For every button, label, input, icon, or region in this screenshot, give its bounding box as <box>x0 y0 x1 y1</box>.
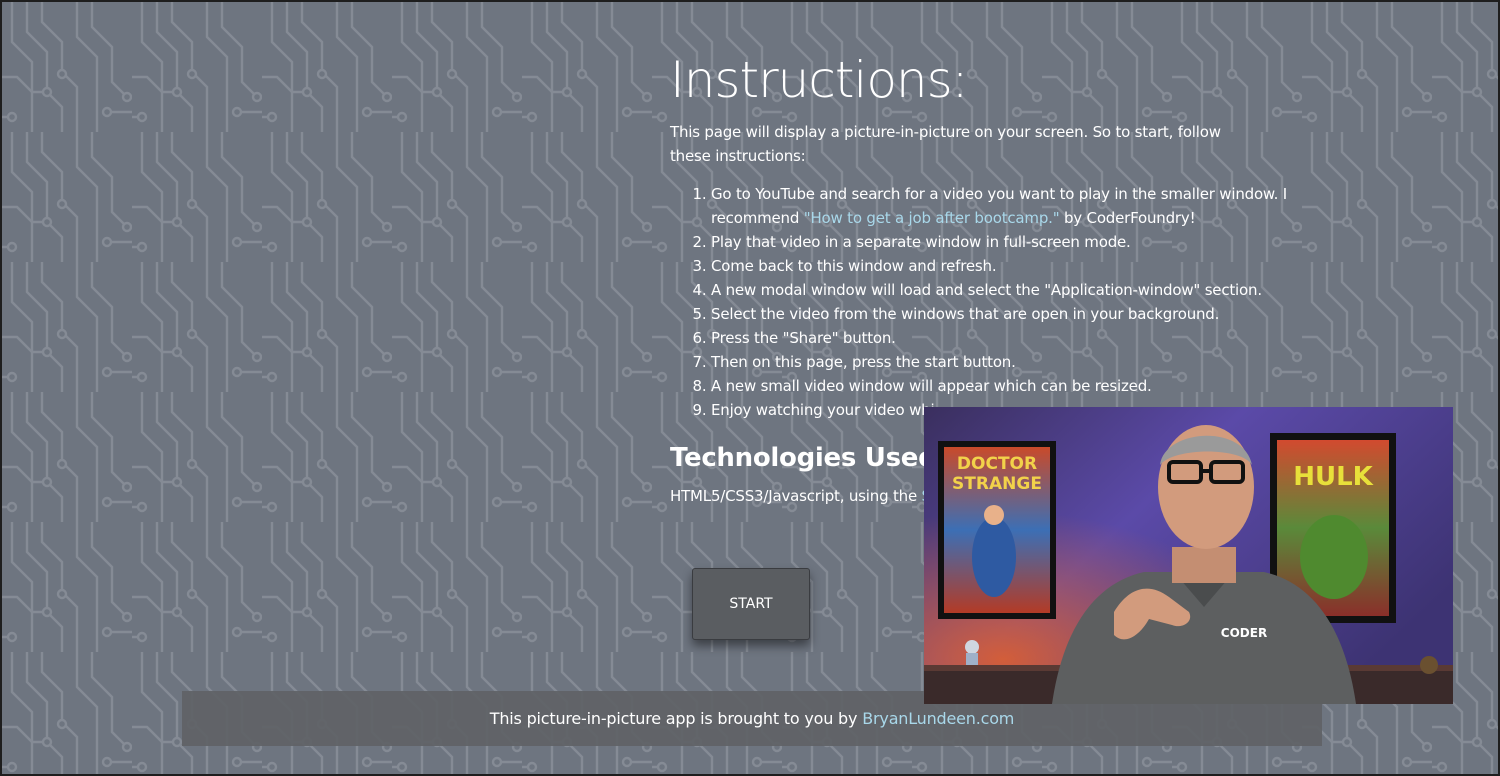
step-8: A new small video window will appear whi… <box>711 374 1310 398</box>
start-button[interactable]: START <box>692 568 810 640</box>
step-1: Go to YouTube and search for a video you… <box>711 182 1310 230</box>
poster-doctor-text: DOCTOR <box>957 454 1037 474</box>
video-frame: DOCTOR STRANGE HULK CODER <box>924 407 1453 704</box>
app-frame: Instructions: This page will display a p… <box>0 0 1500 776</box>
instructions-title: Instructions: <box>670 51 969 109</box>
bootcamp-video-link[interactable]: "How to get a job after bootcamp." <box>804 209 1060 227</box>
step-4: A new modal window will load and select … <box>711 278 1310 302</box>
step-6: Press the "Share" button. <box>711 326 1310 350</box>
pip-video-window[interactable]: DOCTOR STRANGE HULK CODER <box>924 407 1453 704</box>
poster-strange-text: STRANGE <box>952 474 1042 494</box>
step-3: Come back to this window and refresh. <box>711 254 1310 278</box>
instructions-steps: Go to YouTube and search for a video you… <box>670 182 1310 422</box>
shirt-logo-text: CODER <box>1221 626 1267 640</box>
footer-text: This picture-in-picture app is brought t… <box>489 709 858 728</box>
technologies-description: HTML5/CSS3/Javascript, using the <box>670 487 922 505</box>
step-7: Then on this page, press the start butto… <box>711 350 1310 374</box>
step-1-after: by CoderFoundry! <box>1059 209 1196 227</box>
step-5: Select the video from the windows that a… <box>711 302 1310 326</box>
footer-author-link[interactable]: BryanLundeen.com <box>862 709 1014 728</box>
step-2: Play that video in a separate window in … <box>711 230 1310 254</box>
instructions-intro: This page will display a picture-in-pict… <box>670 123 1221 165</box>
poster-hulk-text: HULK <box>1293 462 1373 492</box>
